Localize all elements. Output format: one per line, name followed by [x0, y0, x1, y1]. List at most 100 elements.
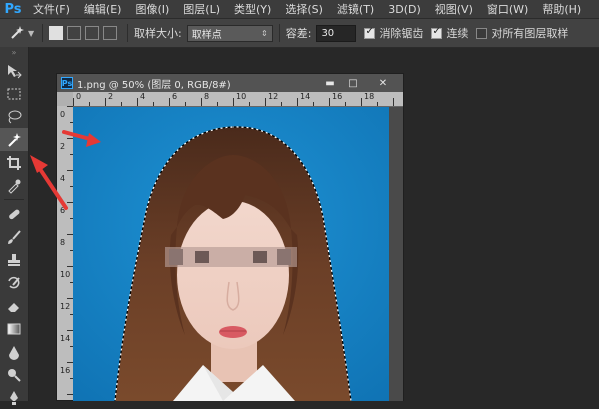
menu-type[interactable]: 类型(Y)	[227, 1, 278, 17]
document-window: Ps 1.png @ 50% (图层 0, RGB/8#) ▬ □ ✕ 0 2	[56, 73, 404, 401]
tolerance-input[interactable]: 30	[316, 24, 357, 42]
maximize-icon: □	[348, 77, 358, 89]
divider	[42, 24, 43, 42]
ruler-label: 6	[172, 92, 178, 101]
marquee-tool[interactable]	[0, 82, 28, 105]
ruler-origin[interactable]	[57, 92, 73, 106]
divider	[4, 199, 24, 200]
vertical-scrollbar[interactable]	[389, 107, 403, 401]
blur-tool[interactable]	[0, 340, 28, 363]
portrait-photo	[73, 107, 389, 401]
eyedropper-tool[interactable]	[0, 174, 28, 197]
divider	[278, 24, 280, 42]
lasso-icon	[8, 110, 22, 123]
panel-collapse-icon[interactable]: »	[0, 47, 28, 59]
history-brush-tool[interactable]	[0, 271, 28, 294]
maximize-button[interactable]: □	[343, 76, 363, 90]
clone-stamp-icon	[8, 253, 20, 266]
ruler-label: 16	[60, 366, 71, 375]
add-selection-button[interactable]	[67, 26, 81, 40]
minimize-button[interactable]: ▬	[320, 76, 340, 90]
lasso-tool[interactable]	[0, 105, 28, 128]
sample-size-label: 取样大小:	[134, 27, 182, 40]
ruler-label: 4	[140, 92, 146, 101]
horizontal-ruler[interactable]: 0 2 4 6 8 10 12 14 16 18	[73, 92, 403, 107]
document-tab[interactable]: Ps 1.png @ 50% (图层 0, RGB/8#) ▬ □ ✕	[57, 74, 403, 93]
sample-size-value: 取样点	[191, 29, 222, 41]
ruler-label: 14	[300, 92, 311, 101]
divider	[127, 24, 128, 42]
subtract-selection-button[interactable]	[85, 26, 99, 40]
ruler-label: 10	[60, 270, 71, 279]
menu-bar: Ps 文件(F) 编辑(E) 图像(I) 图层(L) 类型(Y) 选择(S) 滤…	[0, 0, 599, 18]
close-button[interactable]: ✕	[366, 76, 400, 90]
ruler-label: 2	[108, 92, 114, 101]
menu-file[interactable]: 文件(F)	[26, 1, 77, 17]
ruler-label: 0	[60, 110, 66, 119]
antialias-checkbox[interactable]: 消除锯齿	[364, 25, 423, 41]
ruler-label: 2	[60, 142, 66, 151]
ruler-label: 8	[204, 92, 210, 101]
antialias-label: 消除锯齿	[379, 27, 424, 40]
pen-icon	[10, 390, 18, 405]
menu-view[interactable]: 视图(V)	[428, 1, 480, 17]
ruler-label: 18	[364, 92, 375, 101]
crop-tool[interactable]	[0, 151, 28, 174]
menu-filter[interactable]: 滤镜(T)	[330, 1, 381, 17]
menu-image[interactable]: 图像(I)	[128, 1, 176, 17]
eraser-tool[interactable]	[0, 294, 28, 317]
checkbox-checked-icon	[431, 26, 443, 39]
eyedropper-icon	[8, 179, 21, 194]
clone-stamp-tool[interactable]	[0, 248, 28, 271]
updown-icon: ⇕	[261, 28, 268, 38]
menu-edit[interactable]: 编辑(E)	[77, 1, 129, 17]
ruler-label: 6	[60, 206, 66, 215]
dodge-icon	[8, 368, 21, 382]
magic-wand-icon	[11, 26, 24, 39]
ruler-label: 0	[76, 92, 82, 101]
photoshop-file-icon: Ps	[61, 77, 73, 89]
ruler-label: 4	[60, 174, 66, 183]
magic-wand-tool[interactable]	[0, 128, 28, 151]
brush-tool[interactable]	[0, 225, 28, 248]
image-canvas[interactable]	[73, 107, 389, 401]
checkbox-checked-icon	[364, 26, 376, 39]
history-brush-icon	[8, 276, 20, 288]
tools-panel: »	[0, 47, 29, 405]
options-bar: ▼ 取样大小: 取样点 ⇕ 容差: 30 消除锯齿 连续 对所有图层取样	[0, 18, 599, 48]
menu-help[interactable]: 帮助(H)	[535, 1, 588, 17]
crop-icon	[7, 155, 21, 170]
minimize-icon: ▬	[325, 77, 335, 89]
healing-brush-tool[interactable]	[0, 202, 28, 225]
ruler-label: 12	[268, 92, 279, 101]
gradient-tool[interactable]	[0, 317, 28, 340]
new-selection-button[interactable]	[49, 26, 63, 40]
pen-tool[interactable]	[0, 386, 28, 409]
tool-preset-picker[interactable]	[6, 23, 28, 43]
ruler-label: 16	[332, 92, 343, 101]
sample-size-select[interactable]: 取样点 ⇕	[186, 24, 273, 42]
checkbox-unchecked-icon	[476, 27, 488, 39]
blur-icon	[9, 345, 19, 360]
all-layers-label: 对所有图层取样	[491, 27, 569, 40]
menu-select[interactable]: 选择(S)	[278, 1, 330, 17]
eraser-icon	[8, 302, 19, 312]
contiguous-checkbox[interactable]: 连续	[431, 25, 468, 41]
menu-window[interactable]: 窗口(W)	[480, 1, 535, 17]
ruler-label: 14	[60, 334, 71, 343]
ruler-label: 12	[60, 302, 71, 311]
all-layers-checkbox[interactable]: 对所有图层取样	[476, 25, 568, 41]
move-tool[interactable]	[0, 59, 28, 82]
vertical-ruler[interactable]: 0 2 4 6 8 10 12 14 16	[57, 106, 74, 400]
gradient-icon	[7, 323, 21, 334]
dodge-tool[interactable]	[0, 363, 28, 386]
photoshop-logo: Ps	[4, 1, 22, 17]
intersect-selection-button[interactable]	[103, 26, 117, 40]
marquee-icon	[7, 88, 21, 99]
magic-wand-icon	[8, 132, 21, 147]
menu-3d[interactable]: 3D(D)	[381, 3, 428, 16]
menu-layer[interactable]: 图层(L)	[176, 1, 227, 17]
ruler-label: 10	[236, 92, 247, 101]
brush-icon	[8, 229, 21, 244]
chevron-down-icon[interactable]: ▼	[28, 29, 36, 38]
